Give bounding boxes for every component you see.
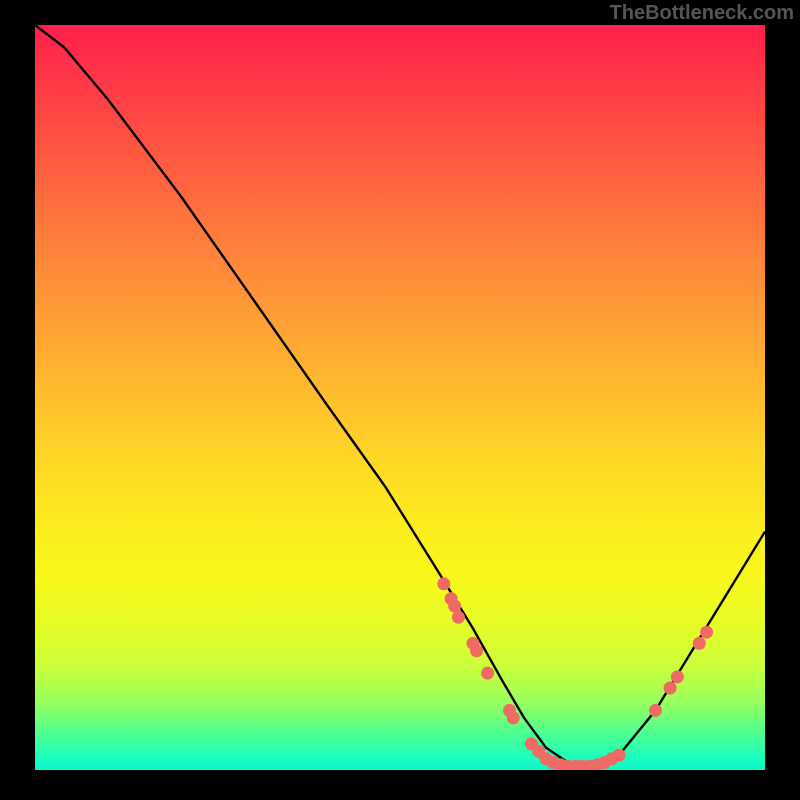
data-marker (470, 644, 483, 657)
data-marker (452, 611, 465, 624)
data-marker (693, 637, 706, 650)
data-marker (448, 600, 461, 613)
watermark-text: TheBottleneck.com (610, 2, 794, 25)
data-marker (649, 704, 662, 717)
data-marker (671, 670, 684, 683)
data-markers (437, 577, 713, 770)
bottleneck-curve (35, 25, 765, 766)
data-marker (613, 749, 626, 762)
data-marker (507, 711, 520, 724)
data-marker (664, 682, 677, 695)
chart-area (35, 25, 765, 770)
curve-layer (35, 25, 765, 770)
data-marker (437, 577, 450, 590)
data-marker (481, 667, 494, 680)
data-marker (700, 626, 713, 639)
